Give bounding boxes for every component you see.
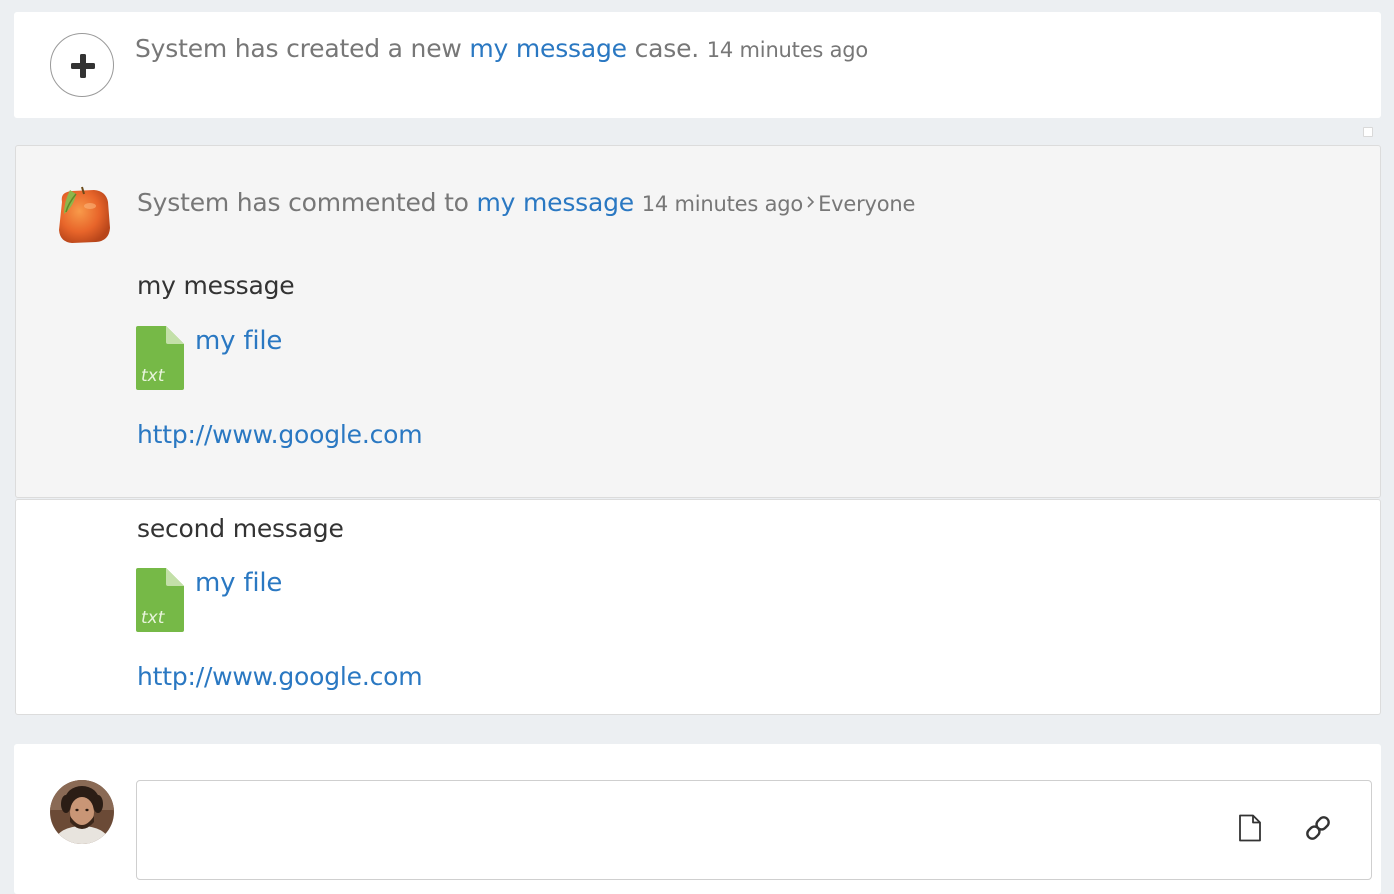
comment-composer <box>14 744 1381 894</box>
collapse-toggle[interactable] <box>1363 127 1373 137</box>
message-text: my message <box>137 271 295 300</box>
comment-author-text: System has commented to <box>137 188 477 217</box>
comment-timestamp: 14 minutes ago <box>641 192 804 216</box>
message-text: second message <box>137 514 344 543</box>
file-ext-label: txt <box>141 608 166 628</box>
link-icon <box>1304 814 1332 846</box>
txt-file-icon: txt <box>136 568 184 632</box>
chevron-right-icon <box>806 186 815 215</box>
file-link[interactable]: my file <box>195 568 282 598</box>
audience-label: Everyone <box>818 192 916 216</box>
case-link[interactable]: my message <box>469 34 627 63</box>
attach-file-button[interactable] <box>1234 814 1266 846</box>
created-prefix: System has created a new <box>135 34 470 63</box>
plus-circle-icon <box>50 33 114 97</box>
url-link[interactable]: http://www.google.com <box>137 420 423 449</box>
created-timestamp: 14 minutes ago <box>706 38 869 62</box>
file-link[interactable]: my file <box>195 326 282 356</box>
attach-link-button[interactable] <box>1302 814 1334 846</box>
file-icon <box>1238 814 1262 846</box>
orange-avatar <box>54 184 114 252</box>
comment-message-second: second message txt my file http://www.go… <box>15 499 1381 715</box>
created-activity-text: System has created a new my message case… <box>135 34 868 63</box>
case-created-activity: System has created a new my message case… <box>14 12 1381 118</box>
txt-file-icon: txt <box>136 326 184 390</box>
comment-header: System has commented to my message 14 mi… <box>137 186 915 217</box>
comment-activity: System has commented to my message 14 mi… <box>15 145 1381 498</box>
created-suffix: case. <box>626 34 707 63</box>
user-avatar <box>50 780 114 844</box>
file-ext-label: txt <box>141 366 166 386</box>
comment-input[interactable] <box>136 780 1372 880</box>
url-link[interactable]: http://www.google.com <box>137 662 423 691</box>
comment-case-link[interactable]: my message <box>477 188 635 217</box>
